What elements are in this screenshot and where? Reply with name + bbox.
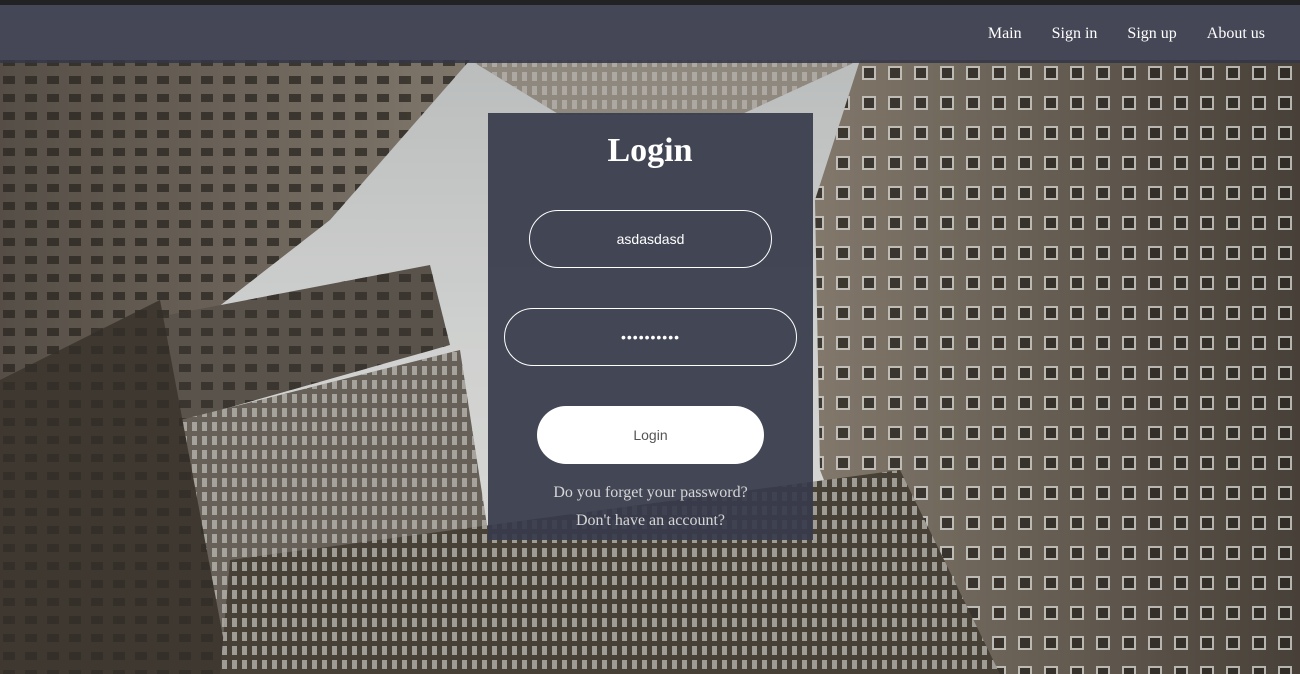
nav-link-sign-up[interactable]: Sign up (1127, 25, 1176, 43)
login-title: Login (607, 132, 693, 169)
nav-link-sign-in[interactable]: Sign in (1052, 25, 1098, 43)
navbar: Main Sign in Sign up About us (0, 5, 1300, 63)
login-button[interactable]: Login (537, 406, 764, 464)
nav-link-about-us[interactable]: About us (1207, 25, 1265, 43)
nav-link-main[interactable]: Main (988, 25, 1022, 43)
password-input[interactable] (504, 308, 797, 366)
signup-link[interactable]: Don't have an account? (488, 511, 813, 531)
forgot-password-link[interactable]: Do you forget your password? (488, 483, 813, 503)
username-input[interactable] (529, 210, 772, 268)
nav-links: Main Sign in Sign up About us (988, 5, 1265, 63)
